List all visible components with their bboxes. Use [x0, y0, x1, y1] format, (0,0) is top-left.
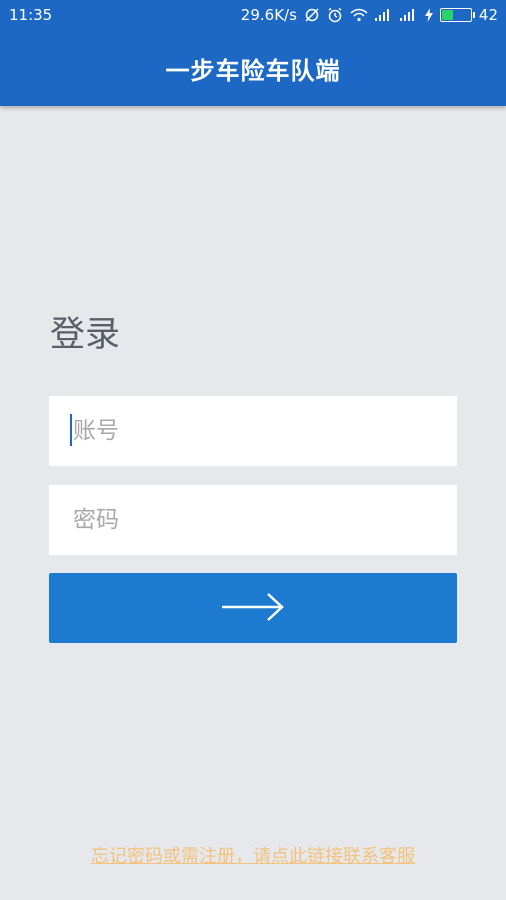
wifi-icon [350, 8, 368, 22]
signal-icon [374, 9, 393, 21]
battery-icon [439, 8, 475, 22]
arrow-right-icon [220, 592, 286, 625]
signal-icon [399, 9, 418, 21]
battery-level-fill [441, 10, 453, 20]
login-heading: 登录 [50, 315, 121, 355]
account-field[interactable] [49, 396, 457, 466]
page-title: 一步车险车队端 [165, 57, 341, 85]
contact-support-link[interactable]: 忘记密码或需注册，请点此链接联系客服 [0, 842, 506, 868]
login-button[interactable] [49, 573, 457, 643]
battery-percent: 42 [478, 6, 498, 24]
charging-icon [424, 8, 433, 22]
alarm-icon [327, 7, 343, 23]
status-indicators: 29.6K/s 42 [241, 6, 498, 24]
status-time: 11:35 [9, 6, 53, 24]
app-header: 11:35 29.6K/s 42 一步车险车队端 [0, 0, 506, 106]
status-bar: 11:35 29.6K/s 42 [0, 0, 506, 30]
sync-off-icon [304, 7, 320, 23]
account-input[interactable] [71, 417, 457, 445]
password-input[interactable] [71, 506, 457, 534]
password-field[interactable] [49, 485, 457, 555]
text-cursor [70, 414, 72, 446]
net-speed: 29.6K/s [240, 6, 297, 24]
